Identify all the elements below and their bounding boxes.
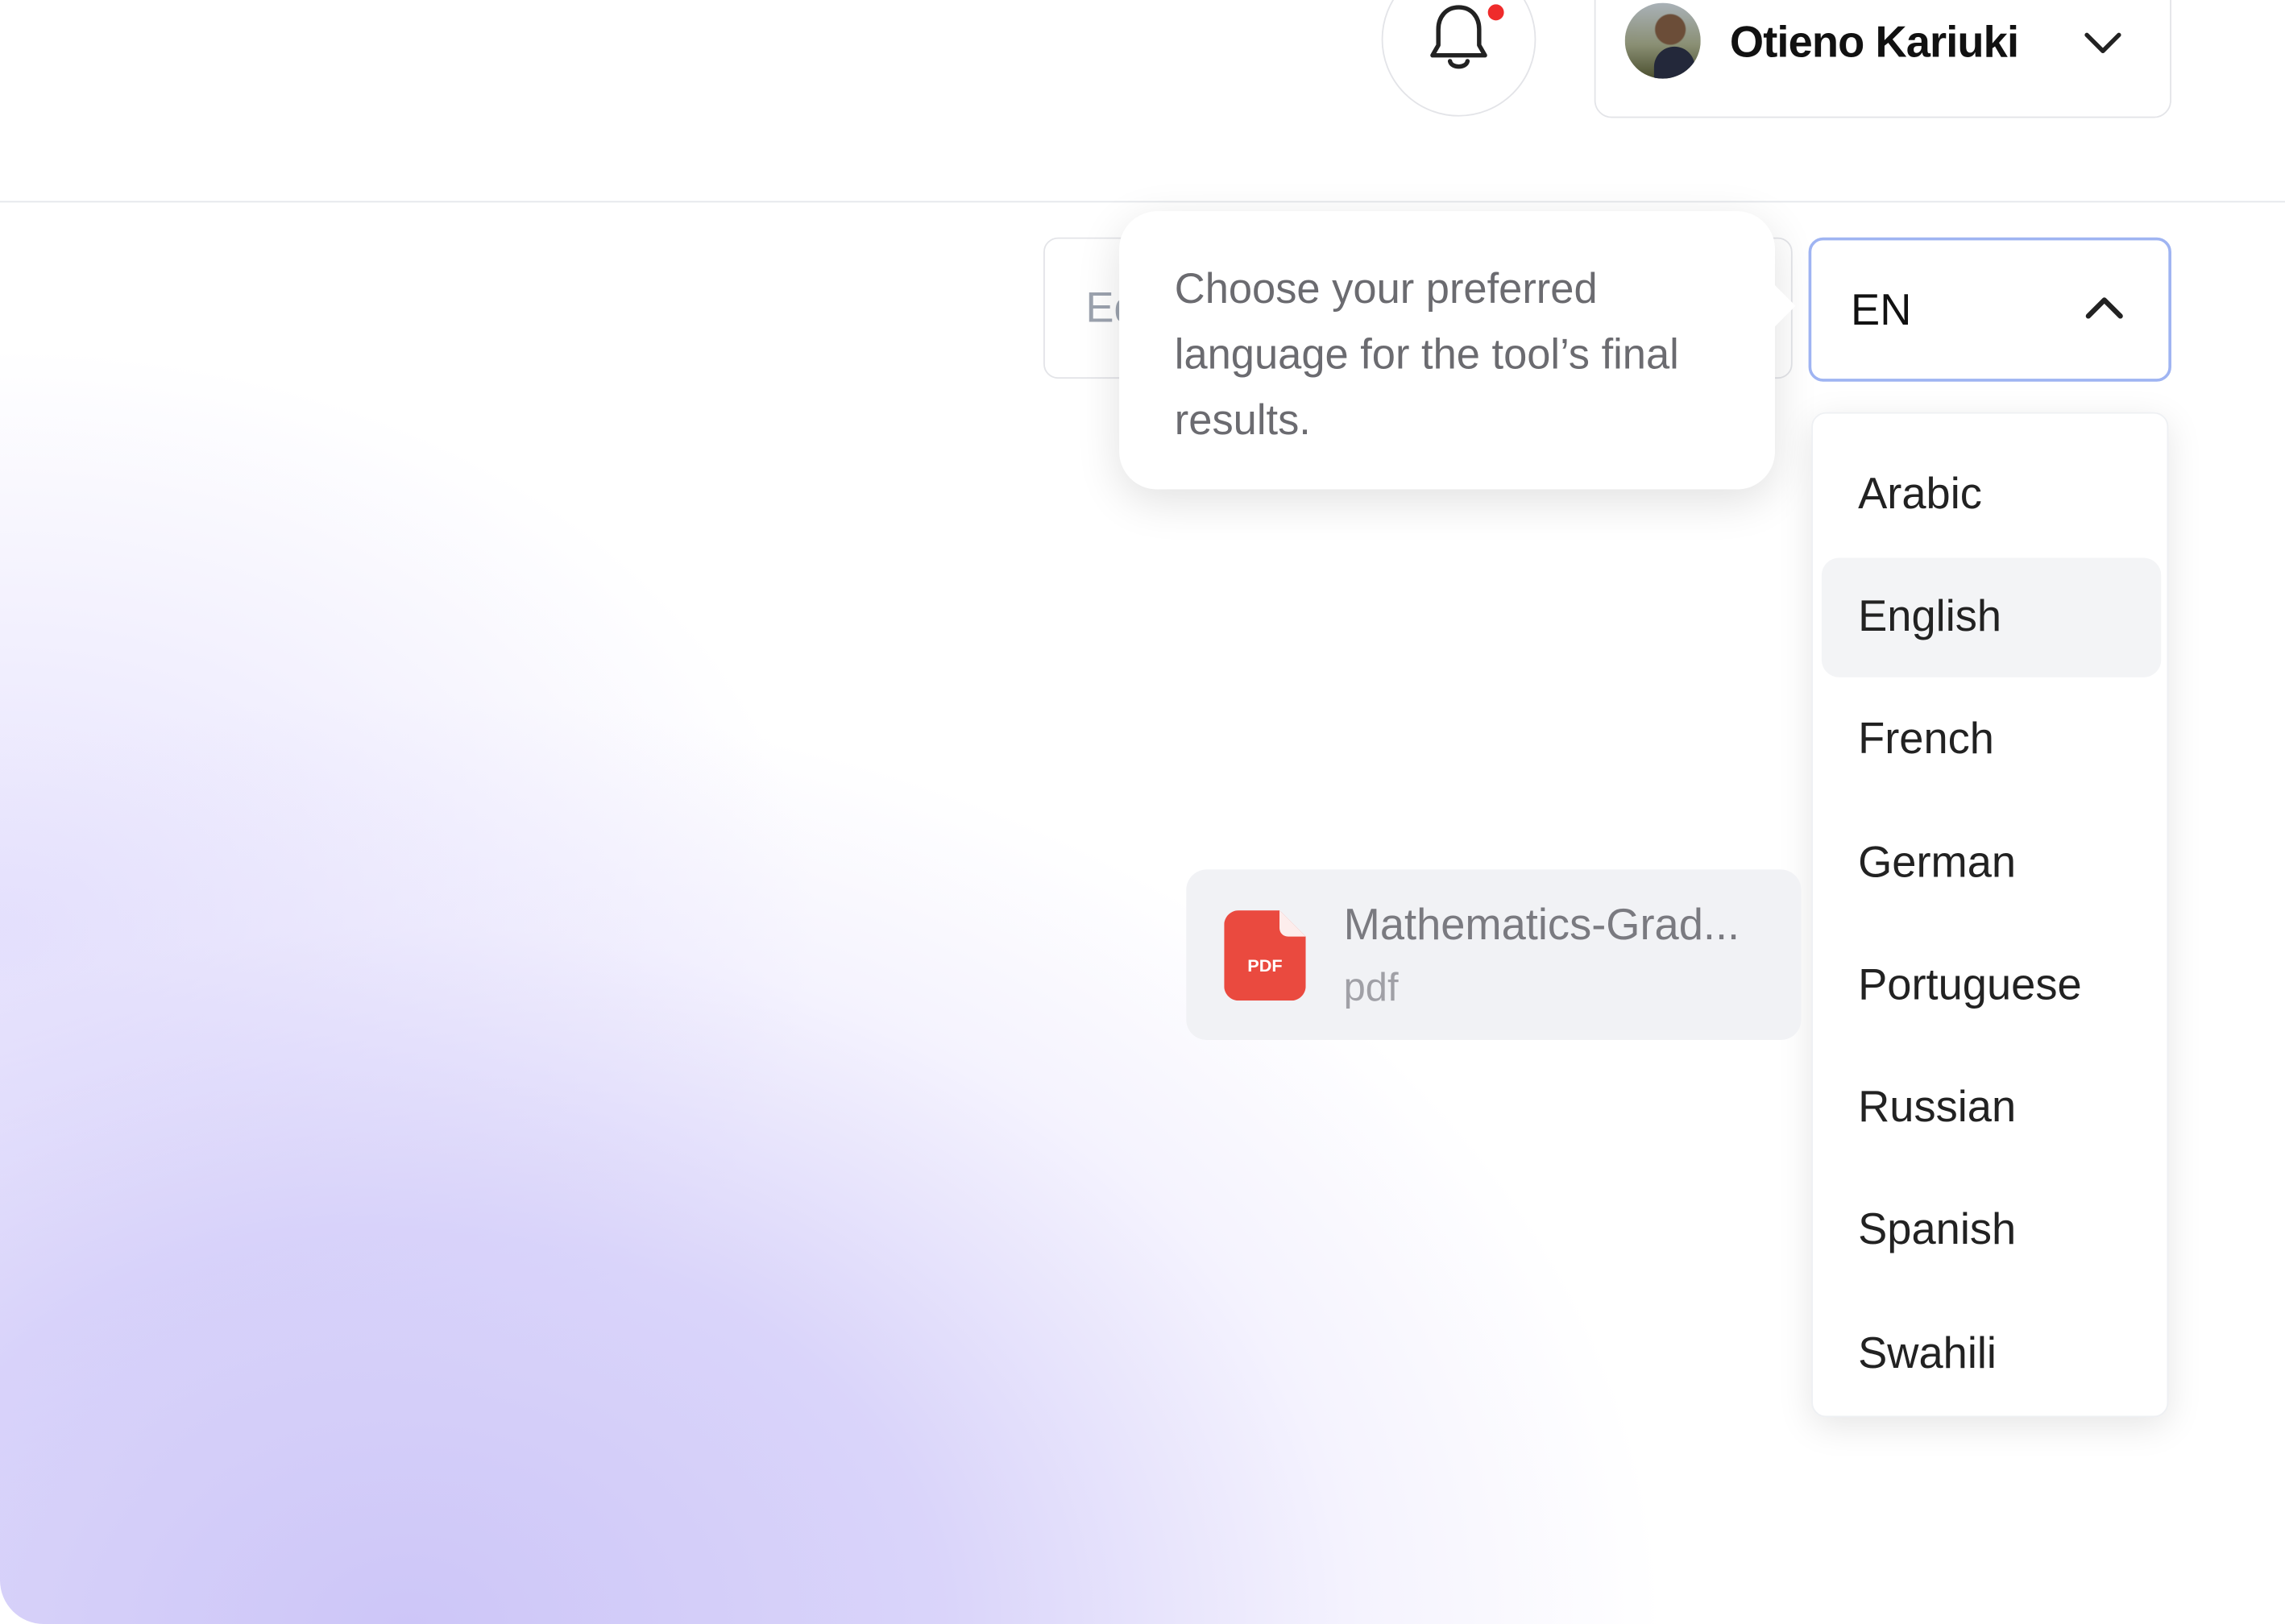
user-menu-button[interactable]: Otieno Kariuki — [1594, 0, 2171, 118]
language-option-swahili[interactable]: Swahili — [1822, 1295, 2161, 1414]
tooltip-text: Choose your preferred language for the t… — [1174, 266, 1679, 445]
language-option-portuguese[interactable]: Portuguese — [1822, 926, 2161, 1046]
notifications-button[interactable] — [1381, 0, 1536, 117]
language-option-french[interactable]: French — [1822, 680, 2161, 799]
language-option-spanish[interactable]: Spanish — [1822, 1171, 2161, 1290]
top-header: Otieno Kariuki — [0, 0, 2285, 203]
bell-icon — [1430, 5, 1487, 69]
avatar — [1624, 2, 1701, 79]
language-option-german[interactable]: German — [1822, 804, 2161, 923]
notification-dot — [1485, 1, 1507, 23]
language-dropdown: Arabic English French German Portuguese … — [1811, 412, 2169, 1418]
language-option-russian[interactable]: Russian — [1822, 1049, 2161, 1168]
pdf-icon-label: PDF — [1247, 955, 1282, 976]
pdf-file-icon: PDF — [1224, 910, 1306, 1001]
language-tooltip: Choose your preferred language for the t… — [1119, 211, 1775, 490]
file-name: Mathematics-Grad... — [1343, 901, 1740, 950]
user-name: Otieno Kariuki — [1729, 19, 2019, 68]
chevron-down-icon — [2084, 32, 2121, 53]
language-option-arabic[interactable]: Arabic — [1822, 436, 2161, 555]
file-attachment[interactable]: PDF Mathematics-Grad... pdf — [1186, 869, 1802, 1040]
language-option-english[interactable]: English — [1821, 557, 2162, 677]
file-extension: pdf — [1343, 965, 1399, 1010]
chevron-up-icon — [2085, 297, 2123, 319]
language-select[interactable]: EN — [1808, 237, 2171, 382]
language-select-value: EN — [1851, 287, 1912, 335]
